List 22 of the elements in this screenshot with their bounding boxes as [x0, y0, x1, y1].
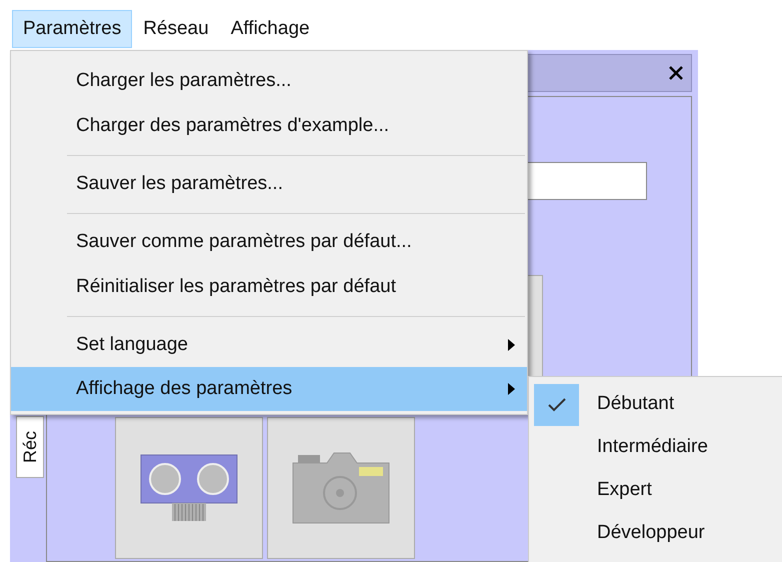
menu-bar-item[interactable]: Réseau — [132, 10, 220, 48]
menu-item[interactable]: Sauver comme paramètres par défaut... — [11, 220, 527, 265]
submenu-arrow-icon — [508, 339, 515, 351]
side-tab[interactable]: Réc — [16, 416, 44, 478]
sensor-icon — [140, 454, 238, 522]
menu-item[interactable]: Charger des paramètres d'example... — [11, 104, 527, 149]
menu-bar-item[interactable]: Paramètres — [12, 10, 132, 48]
submenu-option[interactable]: Débutant — [529, 383, 782, 426]
menu-item[interactable]: Charger les paramètres... — [11, 59, 527, 104]
submenu-arrow-icon — [508, 383, 515, 395]
submenu-option[interactable]: Intermédiaire — [529, 426, 782, 469]
menu-item[interactable]: Sauver les paramètres... — [11, 162, 527, 207]
camera-tile[interactable] — [267, 417, 415, 559]
menu-item[interactable]: Réinitialiser les paramètres par défaut — [11, 265, 527, 310]
submenu-option[interactable]: Expert — [529, 469, 782, 512]
camera-icon — [292, 451, 390, 525]
submenu-option[interactable]: Développeur — [529, 512, 782, 555]
sensor-tile[interactable] — [115, 417, 263, 559]
close-icon[interactable] — [669, 66, 683, 80]
menu-bar-item[interactable]: Affichage — [220, 10, 321, 48]
submenu-item[interactable]: Affichage des paramètres — [11, 367, 527, 411]
submenu-item[interactable]: Set language — [11, 323, 527, 367]
